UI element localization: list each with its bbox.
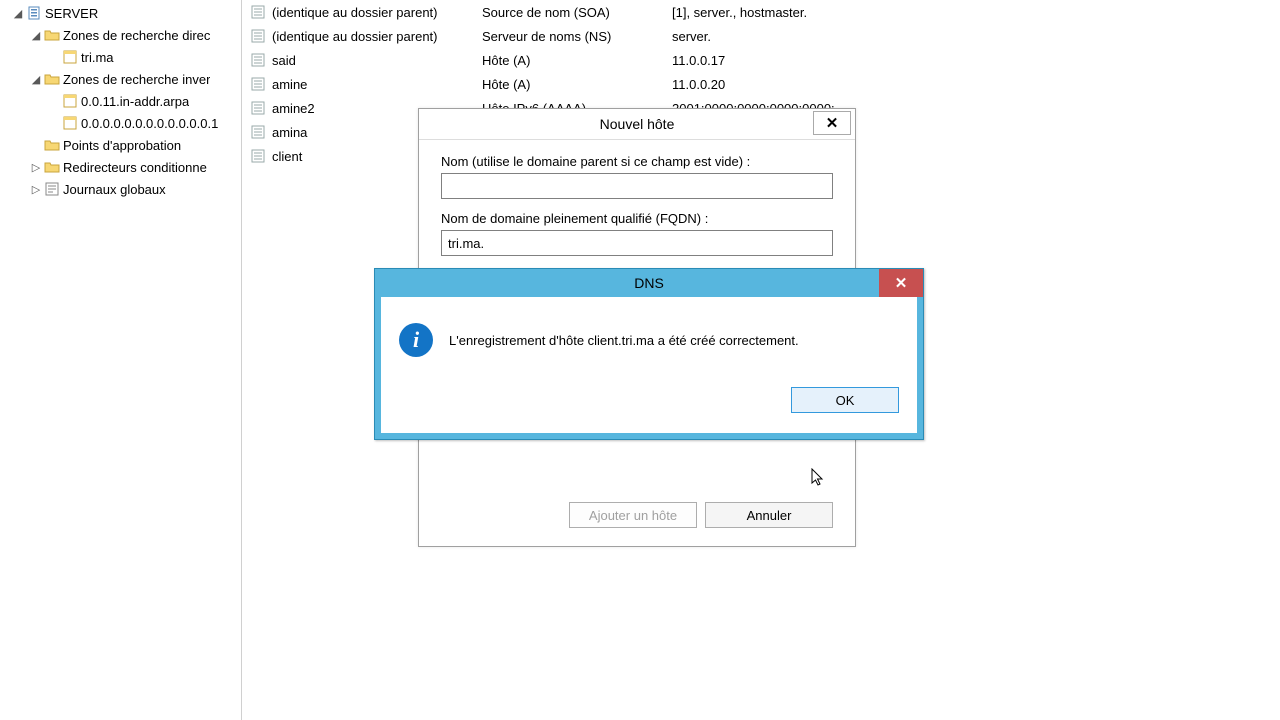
cancel-button[interactable]: Annuler <box>705 502 833 528</box>
record-type: Source de nom (SOA) <box>482 5 672 20</box>
tree-node-reverse-zone-1[interactable]: 0.0.11.in-addr.arpa <box>0 90 241 112</box>
dialog-title: Nouvel hôte ✕ <box>419 109 855 139</box>
tree-node-reverse-zones[interactable]: ◢ Zones de recherche inver <box>0 68 241 90</box>
tree-label: Journaux globaux <box>63 182 166 197</box>
tree-label: 0.0.11.in-addr.arpa <box>81 94 189 109</box>
name-label: Nom (utilise le domaine parent si ce cha… <box>441 154 833 169</box>
record-data: 11.0.0.20 <box>672 77 1280 92</box>
record-icon <box>250 100 266 116</box>
tree-label: Zones de recherche direc <box>63 28 210 43</box>
record-type: Serveur de noms (NS) <box>482 29 672 44</box>
tree-node-trust-points[interactable]: Points d'approbation <box>0 134 241 156</box>
collapse-icon[interactable]: ◢ <box>30 73 42 86</box>
info-icon: i <box>399 323 433 357</box>
tree-pane: ◢ SERVER ◢ Zones de recherche direc tri.… <box>0 0 242 720</box>
logs-icon <box>44 181 60 197</box>
fqdn-input[interactable] <box>441 230 833 256</box>
tree-label: Points d'approbation <box>63 138 181 153</box>
tree-node-forwarders[interactable]: ▷ Redirecteurs conditionne <box>0 156 241 178</box>
record-type: Hôte (A) <box>482 53 672 68</box>
dialog-dns-confirm: DNS ✕ i L'enregistrement d'hôte client.t… <box>374 268 924 440</box>
zone-icon <box>62 49 78 65</box>
name-input[interactable] <box>441 173 833 199</box>
server-icon <box>26 5 42 21</box>
tree-label: 0.0.0.0.0.0.0.0.0.0.0.0.1 <box>81 116 218 131</box>
tree-label: Zones de recherche inver <box>63 72 210 87</box>
record-row[interactable]: (identique au dossier parent)Source de n… <box>242 0 1280 24</box>
close-icon: ✕ <box>895 274 908 292</box>
close-button[interactable]: ✕ <box>879 269 923 297</box>
record-row[interactable]: (identique au dossier parent)Serveur de … <box>242 24 1280 48</box>
record-name: (identique au dossier parent) <box>272 29 482 44</box>
dialog-title-text: DNS <box>634 275 664 291</box>
fqdn-label: Nom de domaine pleinement qualifié (FQDN… <box>441 211 833 226</box>
tree-node-global-logs[interactable]: ▷ Journaux globaux <box>0 178 241 200</box>
folder-icon <box>44 137 60 153</box>
zone-icon <box>62 115 78 131</box>
folder-icon <box>44 27 60 43</box>
tree-label: Redirecteurs conditionne <box>63 160 207 175</box>
record-row[interactable]: amineHôte (A)11.0.0.20 <box>242 72 1280 96</box>
record-data: 11.0.0.17 <box>672 53 1280 68</box>
record-icon <box>250 124 266 140</box>
add-host-button[interactable]: Ajouter un hôte <box>569 502 697 528</box>
dialog-title-bar: DNS ✕ <box>375 269 923 297</box>
expand-icon[interactable]: ▷ <box>30 183 42 196</box>
record-icon <box>250 4 266 20</box>
close-icon: ✕ <box>826 114 839 132</box>
expand-icon[interactable]: ▷ <box>30 161 42 174</box>
tree-label: tri.ma <box>81 50 114 65</box>
record-data: [1], server., hostmaster. <box>672 5 1280 20</box>
record-type: Hôte (A) <box>482 77 672 92</box>
folder-icon <box>44 159 60 175</box>
dns-message: L'enregistrement d'hôte client.tri.ma a … <box>449 333 799 348</box>
record-row[interactable]: saidHôte (A)11.0.0.17 <box>242 48 1280 72</box>
collapse-icon[interactable]: ◢ <box>30 29 42 42</box>
record-name: said <box>272 53 482 68</box>
tree-node-reverse-zone-2[interactable]: 0.0.0.0.0.0.0.0.0.0.0.0.1 <box>0 112 241 134</box>
collapse-icon[interactable]: ◢ <box>12 7 24 20</box>
record-icon <box>250 76 266 92</box>
tree-node-forward-zones[interactable]: ◢ Zones de recherche direc <box>0 24 241 46</box>
record-icon <box>250 52 266 68</box>
record-icon <box>250 28 266 44</box>
folder-icon <box>44 71 60 87</box>
record-name: amine <box>272 77 482 92</box>
close-button[interactable]: ✕ <box>813 111 851 135</box>
tree-node-server[interactable]: ◢ SERVER <box>0 2 241 24</box>
record-icon <box>250 148 266 164</box>
tree-label: SERVER <box>45 6 98 21</box>
record-name: (identique au dossier parent) <box>272 5 482 20</box>
record-data: server. <box>672 29 1280 44</box>
dialog-title-text: Nouvel hôte <box>600 116 675 132</box>
ok-button[interactable]: OK <box>791 387 899 413</box>
tree-node-forward-zone-trima[interactable]: tri.ma <box>0 46 241 68</box>
zone-icon <box>62 93 78 109</box>
